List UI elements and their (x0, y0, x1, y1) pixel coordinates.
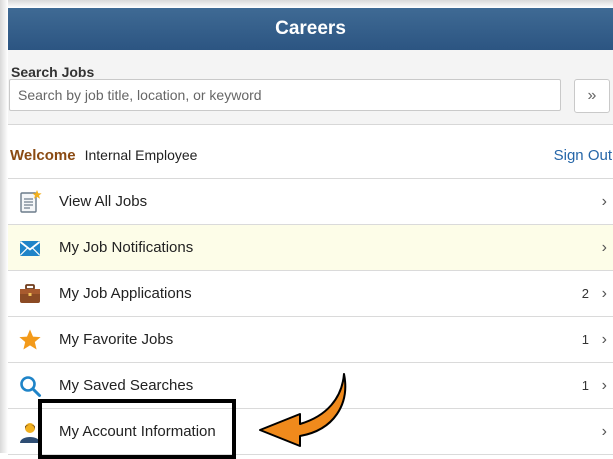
menu-item-label: View All Jobs (59, 193, 148, 210)
search-section: Search Jobs » (8, 50, 613, 125)
menu-item-view-all-jobs[interactable]: View All Jobs › (8, 179, 613, 225)
menu-item-count: 1 (581, 332, 589, 347)
sign-out-link[interactable]: Sign Out (554, 147, 612, 164)
menu-item-count: 1 (581, 378, 589, 393)
welcome-label: Welcome (10, 146, 76, 164)
menu-item-count: 2 (581, 286, 589, 301)
search-input[interactable] (9, 79, 561, 111)
envelope-icon (19, 241, 41, 256)
menu-item-label: My Job Applications (59, 285, 192, 302)
careers-menu: View All Jobs › My Job Notifications › M… (8, 178, 613, 455)
user-account-icon (20, 423, 40, 443)
page-title: Careers (275, 18, 346, 39)
briefcase-icon (20, 284, 40, 303)
menu-item-job-applications[interactable]: My Job Applications 2 › (8, 271, 613, 317)
search-jobs-label: Search Jobs (11, 64, 95, 80)
star-icon (19, 329, 41, 350)
search-submit-button[interactable]: » (574, 79, 610, 113)
careers-header: Careers (8, 8, 613, 50)
chevron-right-icon: › (601, 238, 607, 256)
menu-item-label: My Saved Searches (59, 377, 194, 394)
menu-item-job-notifications[interactable]: My Job Notifications › (8, 225, 613, 271)
window-shadow-top (0, 0, 613, 8)
chevron-right-icon: › (601, 422, 607, 440)
chevron-right-icon: › (601, 192, 607, 210)
menu-item-favorite-jobs[interactable]: My Favorite Jobs 1 › (8, 317, 613, 363)
window-shadow-left (0, 0, 8, 453)
user-name: Internal Employee (84, 147, 198, 163)
magnifier-icon (20, 376, 41, 397)
menu-item-label: My Favorite Jobs (59, 331, 174, 348)
menu-item-label: My Job Notifications (59, 239, 194, 256)
chevron-right-icon: › (601, 376, 607, 394)
double-chevron-right-icon: » (587, 87, 597, 104)
welcome-bar: Welcome Internal Employee Sign Out (8, 137, 613, 173)
chevron-right-icon: › (601, 330, 607, 348)
document-star-icon (20, 190, 42, 213)
menu-item-saved-searches[interactable]: My Saved Searches 1 › (8, 363, 613, 409)
chevron-right-icon: › (601, 284, 607, 302)
menu-item-label: My Account Information (59, 423, 216, 440)
menu-item-account-information[interactable]: My Account Information › (8, 409, 613, 455)
